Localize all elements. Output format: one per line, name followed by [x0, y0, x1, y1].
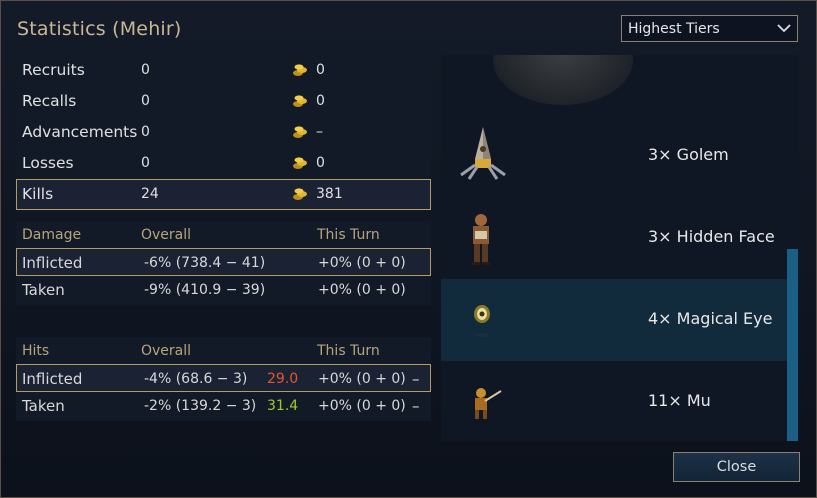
summary-count: 0	[141, 124, 150, 140]
damage-row-label: Inflicted	[22, 254, 83, 272]
unit-list-item[interactable]: 3× Hidden Face	[441, 197, 787, 279]
partial-unit-portrait	[493, 55, 633, 105]
unit-list-item-selected[interactable]: 4× Magical Eye	[441, 279, 787, 361]
damage-turn-value: +0% (0 + 0)	[318, 282, 406, 298]
hits-row-label: Taken	[22, 397, 65, 415]
summary-label: Recruits	[22, 61, 85, 79]
summary-label: Recalls	[22, 92, 77, 110]
summary-count: 0	[141, 93, 150, 109]
gold-coins-icon	[292, 187, 308, 205]
magical-eye-unit-icon	[474, 305, 490, 337]
damage-turn-value: +0% (0 + 0)	[318, 255, 406, 271]
summary-gold: 381	[316, 186, 343, 202]
hits-rating-value: 31.4	[267, 398, 299, 414]
summary-count: 0	[141, 62, 150, 78]
damage-overall-value: -6% (738.4 − 41)	[144, 255, 266, 271]
view-dropdown[interactable]: Highest Tiers	[621, 15, 798, 42]
summary-label: Losses	[22, 154, 74, 172]
golem-unit-icon	[460, 127, 506, 180]
hits-row-inflicted[interactable]: Inflicted -4% (68.6 − 3) 29.0 +0% (0 + 0…	[16, 364, 431, 392]
summary-gold: 0	[316, 155, 325, 171]
unit-name: 4× Magical Eye	[648, 309, 773, 328]
damage-row-taken: Taken -9% (410.9 − 39) +0% (0 + 0)	[16, 276, 431, 304]
unit-name: 11× Mu	[648, 391, 711, 410]
summary-row-losses: Losses 0 0	[16, 148, 431, 179]
damage-overall-header: Overall	[141, 227, 192, 243]
damage-overall-value: -9% (410.9 − 39)	[144, 282, 266, 298]
gold-coins-icon	[292, 63, 308, 81]
hits-turn-value: +0% (0 + 0)	[318, 398, 406, 414]
hits-overall-header: Overall	[141, 343, 192, 359]
summary-gold: –	[316, 124, 323, 140]
summary-count: 24	[141, 186, 159, 202]
dropdown-selected-label: Highest Tiers	[628, 21, 720, 37]
unit-name: 3× Golem	[648, 145, 729, 164]
unit-list-scrollbar[interactable]	[787, 249, 798, 441]
summary-row-recruits: Recruits 0 0	[16, 55, 431, 86]
hits-turn-value: +0% (0 + 0)	[318, 371, 406, 387]
unit-list-item[interactable]: 11× Mu	[441, 361, 787, 441]
damage-row-label: Taken	[22, 281, 65, 299]
damage-turn-header: This Turn	[317, 227, 380, 243]
damage-row-inflicted[interactable]: Inflicted -6% (738.4 − 41) +0% (0 + 0)	[16, 248, 431, 276]
hits-header-label: Hits	[22, 343, 50, 359]
unit-list-item[interactable]: 3× Golem	[441, 115, 787, 197]
summary-row-recalls: Recalls 0 0	[16, 86, 431, 117]
gold-coins-icon	[292, 125, 308, 143]
chevron-down-icon	[777, 24, 791, 33]
damage-header-label: Damage	[22, 227, 82, 243]
unit-list[interactable]: 3× Golem 3× Hidden Face 4× Magical Eye 1…	[441, 55, 799, 441]
hits-dash: –	[412, 370, 420, 388]
hidden-face-unit-icon	[472, 214, 490, 265]
summary-label: Advancements	[22, 123, 138, 141]
hits-turn-header: This Turn	[317, 343, 380, 359]
hits-row-taken: Taken -2% (139.2 − 3) 31.4 +0% (0 + 0) –	[16, 392, 431, 420]
close-button-label: Close	[716, 459, 757, 475]
unit-name: 3× Hidden Face	[648, 227, 775, 246]
summary-gold: 0	[316, 62, 325, 78]
summary-row-kills[interactable]: Kills 24 381	[16, 179, 431, 210]
mu-unit-icon	[475, 388, 502, 419]
gold-coins-icon	[292, 94, 308, 112]
hits-rating-value: 29.0	[267, 371, 299, 387]
hits-overall-value: -2% (139.2 − 3)	[144, 398, 257, 414]
close-button[interactable]: Close	[673, 452, 800, 482]
statistics-dialog: Statistics (Mehir) Highest Tiers Recruit…	[0, 0, 817, 498]
gold-coins-icon	[292, 156, 308, 174]
dialog-title: Statistics (Mehir)	[17, 18, 182, 40]
hits-row-label: Inflicted	[22, 370, 83, 388]
summary-label: Kills	[22, 185, 54, 203]
summary-gold: 0	[316, 93, 325, 109]
summary-row-advancements: Advancements 0 –	[16, 117, 431, 148]
hits-overall-value: -4% (68.6 − 3)	[144, 371, 248, 387]
summary-count: 0	[141, 155, 150, 171]
hits-dash: –	[412, 397, 420, 415]
